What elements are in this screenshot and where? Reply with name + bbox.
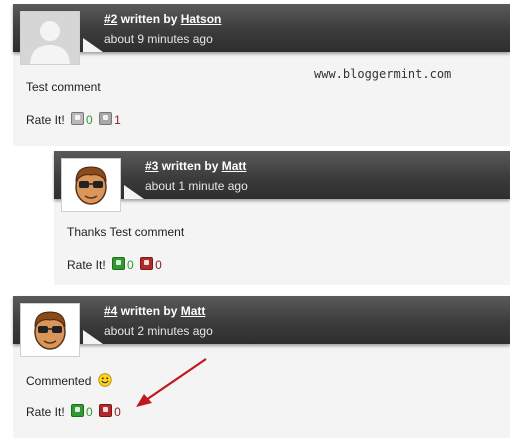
down-count: 1 [114, 113, 121, 127]
cartoon-avatar-icon [21, 304, 79, 356]
comment-item: #4 written by Matt about 2 minutes ago C… [13, 296, 510, 438]
header-notch [83, 38, 103, 52]
cartoon-avatar-icon [62, 159, 120, 211]
smiley-icon [98, 373, 112, 387]
comment-item: #2 written by Hatson about 9 minutes ago… [13, 4, 510, 146]
rating-row: Rate It! 0 0 [67, 257, 162, 272]
up-count: 0 [127, 258, 134, 272]
thumbs-down-icon[interactable] [140, 257, 154, 270]
comment-author-link[interactable]: Hatson [181, 12, 222, 26]
comment-time: about 1 minute ago [145, 179, 248, 193]
written-by-label: written by [120, 304, 178, 318]
written-by-label: written by [120, 12, 178, 26]
comment-header: #2 written by Hatson about 9 minutes ago [13, 4, 510, 52]
comment-author-link[interactable]: Matt [181, 304, 206, 318]
up-count: 0 [86, 405, 93, 419]
comment-text: Test comment [26, 80, 101, 94]
comment-item: #3 written by Matt about 1 minute ago Th… [54, 151, 510, 285]
comment-text: Commented [26, 373, 112, 388]
written-by-label: written by [161, 159, 219, 173]
red-arrow-icon [136, 358, 207, 407]
rate-label: Rate It! [67, 258, 106, 272]
default-avatar-icon [21, 12, 79, 64]
comment-permalink[interactable]: #4 [104, 304, 117, 318]
up-count: 0 [86, 113, 93, 127]
comment-title: #3 written by Matt [145, 159, 246, 173]
rate-label: Rate It! [26, 113, 65, 127]
rating-row: Rate It! 0 0 [26, 404, 121, 419]
comment-time: about 2 minutes ago [104, 324, 213, 338]
comment-text-content: Commented [26, 374, 92, 388]
comment-title: #2 written by Hatson [104, 12, 221, 26]
thumbs-up-icon[interactable] [112, 257, 126, 270]
thumbs-up-icon[interactable] [71, 404, 85, 417]
down-count: 0 [114, 405, 121, 419]
avatar [61, 158, 121, 212]
header-notch [83, 330, 103, 344]
rate-label: Rate It! [26, 405, 65, 419]
comment-text: Thanks Test comment [67, 225, 185, 239]
avatar [20, 11, 80, 65]
thumbs-down-icon[interactable] [99, 404, 113, 417]
comment-author-link[interactable]: Matt [222, 159, 247, 173]
comment-title: #4 written by Matt [104, 304, 205, 318]
thumbs-up-icon[interactable] [71, 112, 85, 125]
down-count: 0 [155, 258, 162, 272]
header-notch [124, 185, 144, 199]
watermark-text: www.bloggermint.com [314, 67, 452, 81]
avatar [20, 303, 80, 357]
comment-header: #4 written by Matt about 2 minutes ago [13, 296, 510, 344]
comment-time: about 9 minutes ago [104, 32, 213, 46]
comment-permalink[interactable]: #2 [104, 12, 117, 26]
comment-header: #3 written by Matt about 1 minute ago [54, 151, 510, 199]
thumbs-down-icon[interactable] [99, 112, 113, 125]
rating-row: Rate It! 0 1 [26, 112, 121, 127]
comment-permalink[interactable]: #3 [145, 159, 158, 173]
